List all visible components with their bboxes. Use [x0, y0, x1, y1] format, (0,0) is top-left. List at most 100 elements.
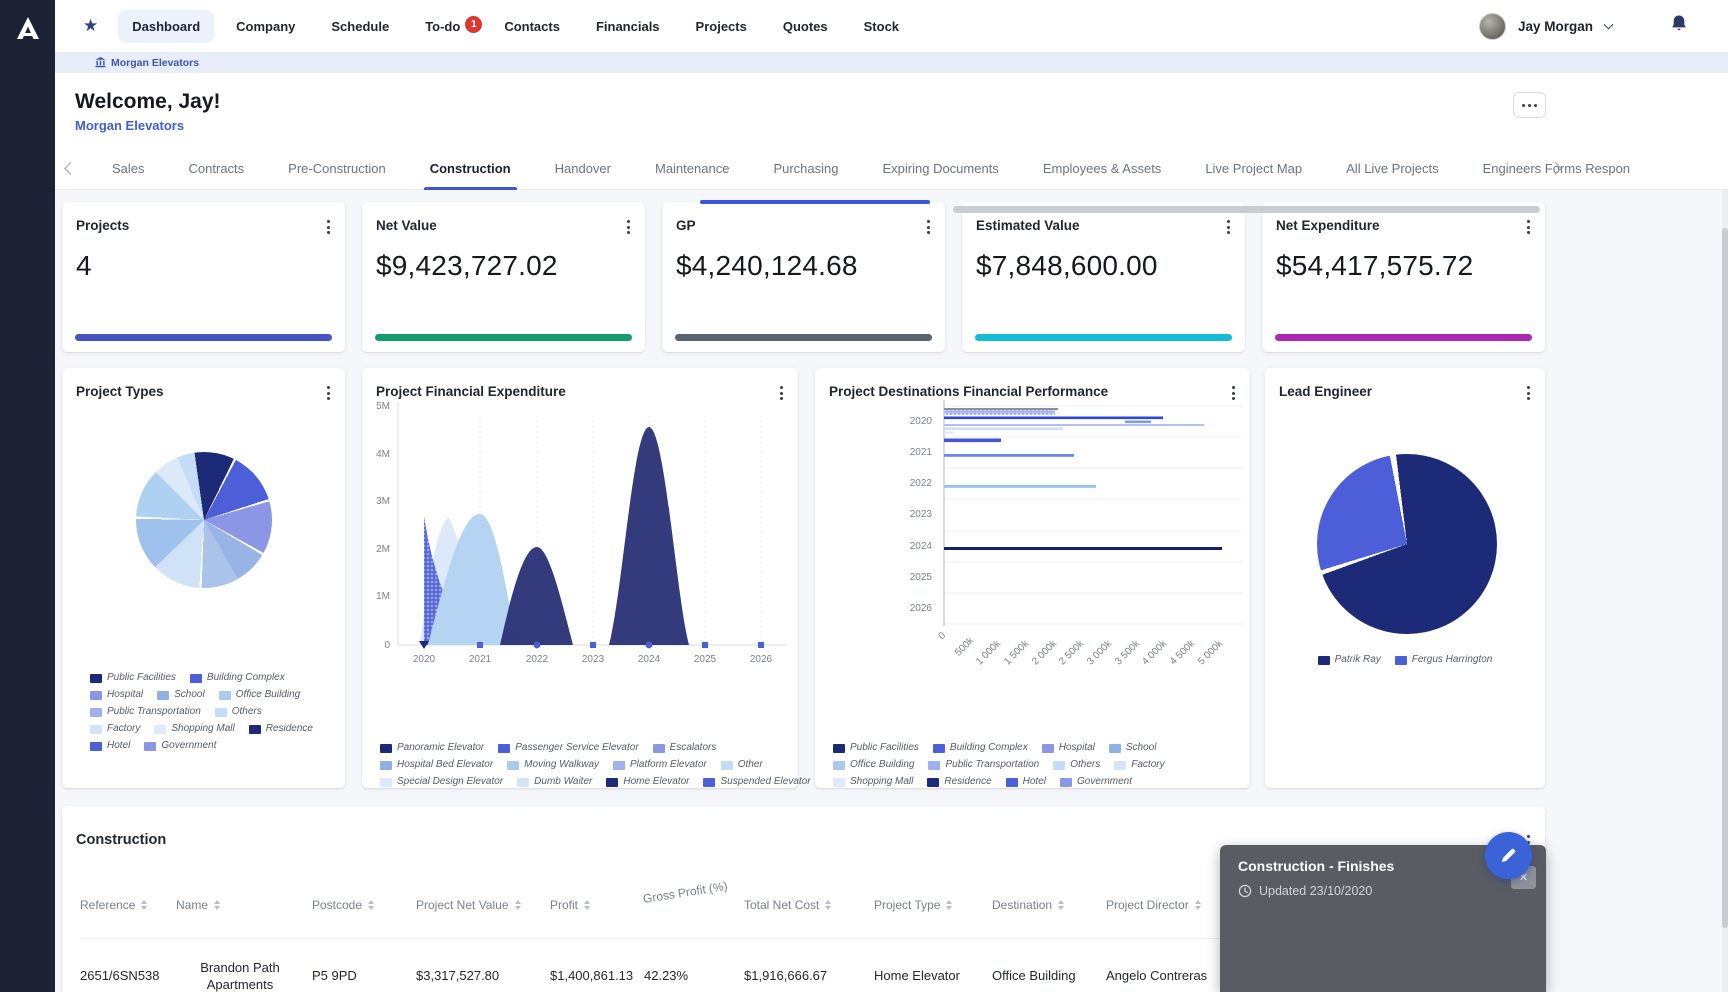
- kpi-card-projects: Projects 4: [62, 202, 345, 352]
- nav-item-contacts[interactable]: Contacts: [490, 10, 574, 43]
- column-header-name[interactable]: Name: [176, 898, 304, 912]
- svg-text:2024: 2024: [910, 541, 933, 552]
- toast-updated-text: Updated 23/10/2020: [1259, 884, 1372, 898]
- tab-construction[interactable]: Construction: [430, 148, 511, 190]
- nav-item-stock[interactable]: Stock: [850, 10, 913, 43]
- dashboard-page: ★ Dashboard Company Schedule To-do 1 Con…: [0, 0, 1728, 992]
- project-types-legend: Public Facilities Building Complex Hospi…: [90, 672, 326, 757]
- kpi-menu-kebab-icon[interactable]: [1224, 217, 1233, 237]
- toast-title: Construction - Finishes: [1238, 858, 1528, 874]
- column-header-reference[interactable]: Reference: [80, 898, 168, 912]
- vertical-scrollbar[interactable]: [1722, 228, 1728, 928]
- svg-text:4 000k: 4 000k: [1140, 638, 1170, 668]
- nav-item-company[interactable]: Company: [222, 10, 309, 43]
- cell-gross-profit: 42.23%: [644, 968, 736, 983]
- nav-item-schedule[interactable]: Schedule: [317, 10, 403, 43]
- tab-handover[interactable]: Handover: [555, 148, 611, 190]
- svg-text:5 000k: 5 000k: [1196, 638, 1226, 668]
- svg-text:2024: 2024: [638, 654, 661, 665]
- lead-engineer-card: Lead Engineer Patrik Ray Fergus Harringt…: [1265, 368, 1545, 788]
- nav-item-dashboard[interactable]: Dashboard: [118, 10, 214, 43]
- top-navigation-bar: ★ Dashboard Company Schedule To-do 1 Con…: [55, 0, 1728, 52]
- user-avatar[interactable]: [1479, 13, 1506, 40]
- edit-fab-button[interactable]: [1485, 832, 1532, 879]
- cell-total-net-cost: $1,916,666.67: [744, 968, 866, 983]
- tab-all-live-projects[interactable]: All Live Projects: [1346, 148, 1438, 190]
- favorites-star-icon[interactable]: ★: [83, 16, 98, 36]
- svg-text:2023: 2023: [582, 654, 605, 665]
- section-tabs: Sales Contracts Pre-Construction Constru…: [55, 148, 1728, 190]
- kpi-color-bar: [975, 334, 1232, 341]
- breadcrumb-company[interactable]: Morgan Elevators: [111, 57, 199, 69]
- column-header-destination[interactable]: Destination: [992, 898, 1098, 912]
- kpi-menu-kebab-icon[interactable]: [324, 217, 333, 237]
- chart-title: Lead Engineer: [1279, 384, 1372, 399]
- tab-sales[interactable]: Sales: [112, 148, 145, 190]
- horizontal-scrollbar[interactable]: [953, 206, 1540, 213]
- tab-live-project-map[interactable]: Live Project Map: [1205, 148, 1302, 190]
- tab-expiring-documents[interactable]: Expiring Documents: [882, 148, 998, 190]
- svg-text:0: 0: [384, 640, 390, 651]
- column-header-postcode[interactable]: Postcode: [312, 898, 408, 912]
- tab-maintenance[interactable]: Maintenance: [655, 148, 729, 190]
- expenditure-area-chart: 5M 4M 3M 2M 1M 0 2020 2021 2022 2023 202…: [362, 368, 798, 668]
- svg-text:2025: 2025: [910, 572, 933, 583]
- tab-purchasing[interactable]: Purchasing: [773, 148, 838, 190]
- destinations-legend: Public Facilities Building Complex Hospi…: [833, 742, 1233, 793]
- tab-pre-construction[interactable]: Pre-Construction: [288, 148, 386, 190]
- svg-text:1 000k: 1 000k: [974, 638, 1004, 668]
- tabs-scrollbar[interactable]: [700, 200, 930, 204]
- notifications-bell-icon[interactable]: [1670, 14, 1688, 38]
- kpi-value: $54,417,575.72: [1276, 250, 1473, 282]
- app-logo-icon[interactable]: [0, 0, 55, 55]
- project-types-pie-chart: [136, 452, 272, 588]
- column-header-profit[interactable]: Profit: [550, 898, 636, 912]
- pencil-icon: [1499, 846, 1518, 865]
- nav-item-projects[interactable]: Projects: [682, 10, 761, 43]
- chart-menu-kebab-icon[interactable]: [1524, 383, 1533, 403]
- tab-employees-assets[interactable]: Employees & Assets: [1043, 148, 1162, 190]
- column-header-project-type[interactable]: Project Type: [874, 898, 984, 912]
- svg-text:0: 0: [936, 630, 948, 642]
- kpi-value: $7,848,600.00: [976, 250, 1158, 282]
- column-header-gross-profit[interactable]: Gross Profit (%): [642, 878, 735, 906]
- nav-item-todo-label: To-do: [425, 19, 460, 34]
- column-header-total-net-cost[interactable]: Total Net Cost: [744, 898, 866, 912]
- tab-contracts[interactable]: Contracts: [189, 148, 245, 190]
- column-header-project-director[interactable]: Project Director: [1106, 898, 1224, 912]
- nav-item-quotes[interactable]: Quotes: [769, 10, 842, 43]
- header-more-button[interactable]: [1513, 92, 1546, 118]
- nav-item-financials[interactable]: Financials: [582, 10, 674, 43]
- company-link[interactable]: Morgan Elevators: [75, 118, 184, 133]
- kpi-card-net-expenditure: Net Expenditure $54,417,575.72: [1262, 202, 1545, 352]
- svg-text:5M: 5M: [376, 401, 390, 412]
- kpi-card-net-value: Net Value $9,423,727.02: [362, 202, 645, 352]
- kpi-menu-kebab-icon[interactable]: [924, 217, 933, 237]
- cell-postcode: P5 9PD: [312, 968, 408, 983]
- user-name[interactable]: Jay Morgan: [1518, 19, 1593, 34]
- kpi-card-gp: GP $4,240,124.68: [662, 202, 945, 352]
- svg-text:4 500k: 4 500k: [1168, 638, 1198, 668]
- expenditure-legend: Panoramic Elevator Passenger Service Ele…: [380, 742, 780, 793]
- cell-project-type: Home Elevator: [874, 968, 984, 983]
- lead-engineer-legend: Patrik Ray Fergus Harrington: [1265, 654, 1545, 671]
- todo-count-badge: 1: [465, 16, 482, 33]
- svg-text:500k: 500k: [953, 635, 977, 659]
- svg-text:2023: 2023: [910, 509, 933, 520]
- nav-item-todo[interactable]: To-do 1: [411, 10, 474, 43]
- svg-text:2026: 2026: [750, 654, 773, 665]
- kpi-value: $4,240,124.68: [676, 250, 858, 282]
- column-header-project-net-value[interactable]: Project Net Value: [416, 898, 542, 912]
- kpi-menu-kebab-icon[interactable]: [624, 217, 633, 237]
- user-menu-chevron-down-icon[interactable]: [1604, 20, 1614, 30]
- kpi-value: $9,423,727.02: [376, 250, 558, 282]
- chart-menu-kebab-icon[interactable]: [324, 383, 333, 403]
- svg-text:2022: 2022: [526, 654, 549, 665]
- table-title: Construction: [76, 832, 166, 848]
- svg-text:3 000k: 3 000k: [1085, 638, 1115, 668]
- svg-text:2025: 2025: [694, 654, 717, 665]
- kpi-menu-kebab-icon[interactable]: [1524, 217, 1533, 237]
- breadcrumb: Morgan Elevators: [55, 52, 1728, 73]
- page-title: Welcome, Jay!: [75, 90, 221, 114]
- left-rail: [0, 0, 55, 992]
